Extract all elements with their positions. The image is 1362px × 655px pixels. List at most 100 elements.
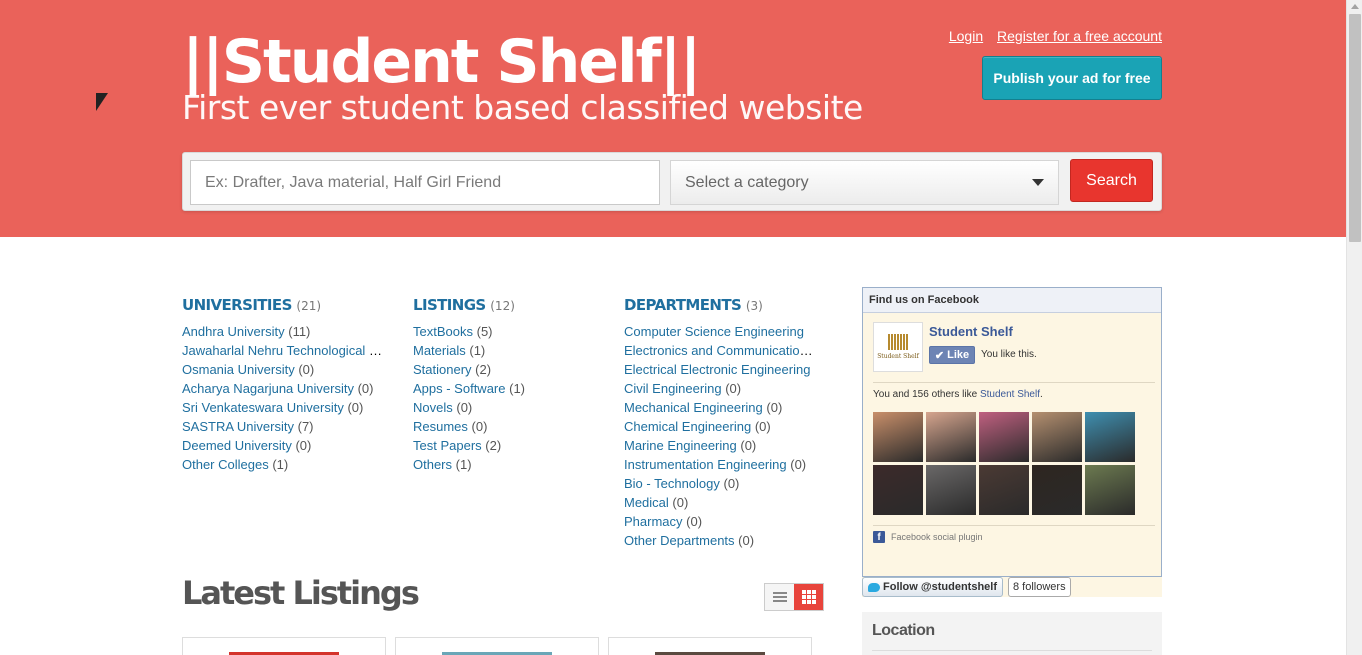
category-item: Civil Engineering (0)	[624, 379, 816, 398]
category-item: Deemed University (0)	[182, 436, 386, 455]
listing-card[interactable]	[182, 637, 386, 655]
category-link[interactable]: Electronics and Communication Engineerin…	[624, 343, 816, 358]
departments-column: DEPARTMENTS (3) Computer Science Enginee…	[624, 296, 816, 550]
category-count: (0)	[295, 438, 312, 453]
category-item: Sri Venkateswara University (0)	[182, 398, 386, 417]
facebook-fan-avatar[interactable]	[1032, 465, 1082, 515]
scrollbar[interactable]	[1346, 0, 1362, 655]
facebook-fan-avatar[interactable]	[926, 412, 976, 462]
category-link[interactable]: Bio - Technology	[624, 476, 720, 491]
facebook-page-logo[interactable]: Student Shelf	[873, 322, 923, 372]
latest-listings-title: Latest Listings	[182, 574, 420, 612]
category-link[interactable]: Medical	[624, 495, 669, 510]
facebook-fan-avatar[interactable]	[873, 412, 923, 462]
category-link[interactable]: Chemical Engineering	[624, 419, 751, 434]
category-count: (0)	[738, 533, 755, 548]
departments-heading[interactable]: DEPARTMENTS (3)	[624, 296, 816, 314]
category-item: Stationery (2)	[413, 360, 603, 379]
category-link[interactable]: Apps - Software	[413, 381, 506, 396]
category-count: (11)	[288, 324, 311, 339]
view-toggle	[764, 583, 824, 611]
grid-view-button[interactable]	[794, 584, 823, 610]
category-link[interactable]: Civil Engineering	[624, 381, 722, 396]
listings-heading[interactable]: LISTINGS (12)	[413, 296, 603, 314]
category-link[interactable]: Other Departments	[624, 533, 735, 548]
category-link[interactable]: Stationery	[413, 362, 472, 377]
scroll-up-icon[interactable]	[1351, 4, 1359, 9]
category-link[interactable]: Acharya Nagarjuna University	[182, 381, 354, 396]
category-count: (5)	[476, 324, 493, 339]
twitter-follow-button[interactable]: Follow @studentshelf	[862, 577, 1004, 597]
scrollbar-thumb[interactable]	[1349, 14, 1361, 242]
category-link[interactable]: Instrumentation Engineering	[624, 457, 787, 472]
category-link[interactable]: TextBooks	[413, 324, 473, 339]
facebook-page-link[interactable]: Student Shelf	[980, 389, 1040, 400]
category-link[interactable]: SASTRA University	[182, 419, 294, 434]
facebook-page-name[interactable]: Student Shelf	[929, 324, 1013, 339]
search-input[interactable]	[190, 160, 660, 205]
site-tagline: First ever student based classified webs…	[182, 88, 863, 127]
facebook-fan-avatar[interactable]	[1085, 412, 1135, 462]
category-item: Instrumentation Engineering (0)	[624, 455, 816, 474]
search-button[interactable]: Search	[1070, 159, 1153, 202]
facebook-fans-grid	[873, 412, 1135, 515]
category-link[interactable]: Deemed University	[182, 438, 292, 453]
category-count: (0)	[686, 514, 703, 529]
category-item: Electrical Electronic Engineering	[624, 360, 816, 379]
category-select[interactable]: Select a category	[670, 160, 1059, 205]
facebook-like-button[interactable]: ✔ Like	[929, 346, 975, 364]
category-item: Other Departments (0)	[624, 531, 816, 550]
category-link[interactable]: Sri Venkateswara University	[182, 400, 344, 415]
category-link[interactable]: Computer Science Engineering	[624, 324, 804, 339]
category-item: Electronics and Communication Engineerin…	[624, 341, 816, 360]
category-item: Acharya Nagarjuna University (0)	[182, 379, 386, 398]
listing-card[interactable]	[608, 637, 812, 655]
category-item: Test Papers (2)	[413, 436, 603, 455]
category-link[interactable]: Test Papers	[413, 438, 482, 453]
login-link[interactable]: Login	[949, 28, 983, 44]
category-link[interactable]: Andhra University	[182, 324, 285, 339]
category-link[interactable]: Resumes	[413, 419, 468, 434]
category-item: Jawaharlal Nehru Technological Universit…	[182, 341, 386, 360]
category-count: (0)	[725, 381, 742, 396]
category-item: Chemical Engineering (0)	[624, 417, 816, 436]
category-link[interactable]: Mechanical Engineering	[624, 400, 763, 415]
facebook-like-box: Find us on Facebook Student Shelf Studen…	[862, 287, 1162, 577]
category-count: (0)	[766, 400, 783, 415]
universities-column: UNIVERSITIES (21) Andhra University (11)…	[182, 296, 386, 474]
category-link[interactable]: Jawaharlal Nehru Technological Universit…	[182, 343, 386, 358]
facebook-fan-avatar[interactable]	[873, 465, 923, 515]
facebook-fan-avatar[interactable]	[926, 465, 976, 515]
listings-column: LISTINGS (12) TextBooks (5) Materials (1)…	[413, 296, 603, 474]
facebook-fan-avatar[interactable]	[979, 465, 1029, 515]
category-count: (0)	[298, 362, 315, 377]
category-link[interactable]: Pharmacy	[624, 514, 683, 529]
twitter-followers-count[interactable]: 8 followers	[1008, 577, 1071, 597]
category-select-label: Select a category	[685, 173, 809, 191]
facebook-fan-avatar[interactable]	[979, 412, 1029, 462]
category-item: SASTRA University (7)	[182, 417, 386, 436]
category-link[interactable]: Novels	[413, 400, 453, 415]
category-link[interactable]: Marine Engineering	[624, 438, 737, 453]
divider	[873, 382, 1155, 383]
category-count: (0)	[754, 419, 771, 434]
category-link[interactable]: Osmania University	[182, 362, 295, 377]
category-link[interactable]: Other Colleges	[182, 457, 269, 472]
category-count: (0)	[740, 438, 757, 453]
category-link[interactable]: Materials	[413, 343, 466, 358]
facebook-fan-avatar[interactable]	[1032, 412, 1082, 462]
category-link[interactable]: Others	[413, 457, 452, 472]
listing-card[interactable]	[395, 637, 599, 655]
publish-ad-button[interactable]: Publish your ad for free	[982, 56, 1162, 100]
list-view-button[interactable]	[765, 584, 794, 610]
facebook-fan-avatar[interactable]	[1085, 465, 1135, 515]
register-link[interactable]: Register for a free account	[997, 28, 1162, 44]
category-count: (1)	[272, 457, 289, 472]
category-count: (1)	[509, 381, 526, 396]
universities-heading[interactable]: UNIVERSITIES (21)	[182, 296, 386, 314]
category-count: (0)	[456, 400, 473, 415]
category-link[interactable]: Electrical Electronic Engineering	[624, 362, 810, 377]
facebook-plugin-footer[interactable]: f Facebook social plugin	[873, 531, 983, 543]
category-item: Osmania University (0)	[182, 360, 386, 379]
mouse-cursor-icon	[96, 93, 108, 111]
